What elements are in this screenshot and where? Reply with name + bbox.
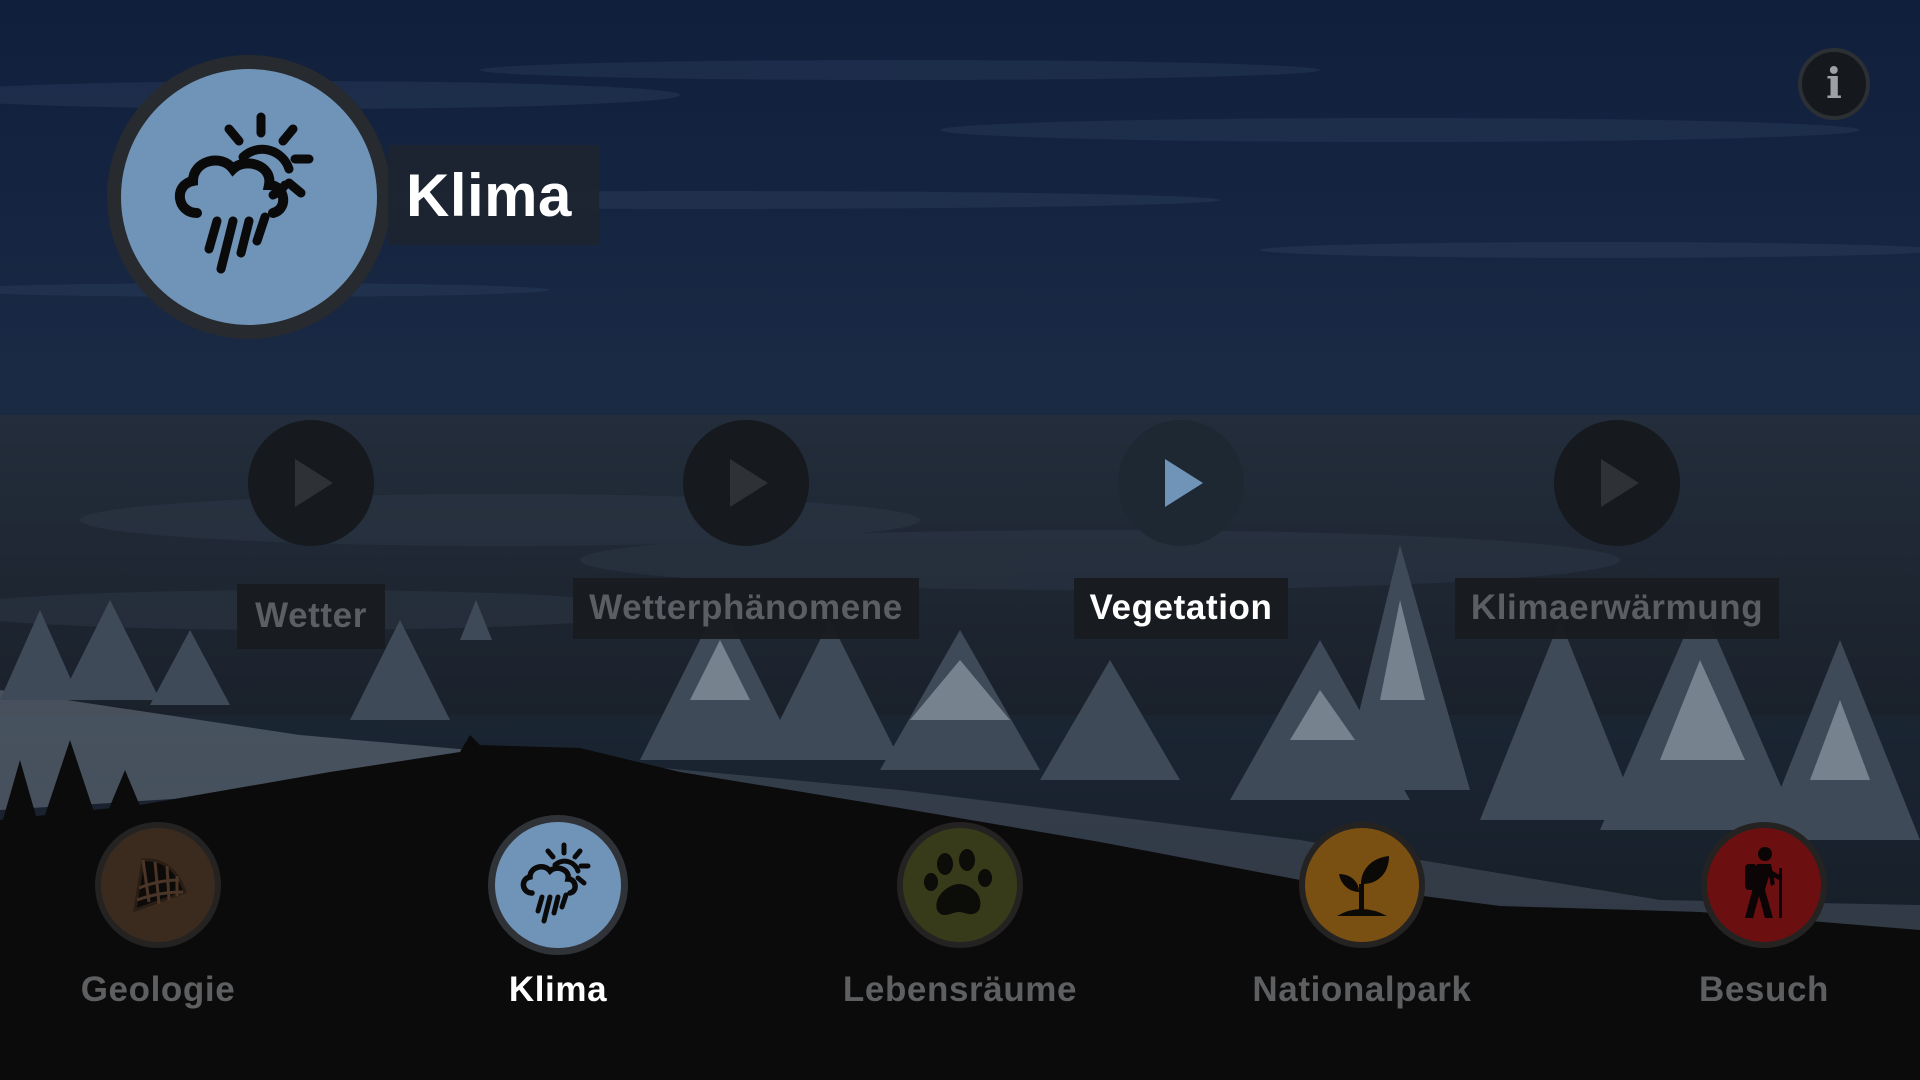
- nav-label: Nationalpark: [1252, 970, 1472, 1009]
- hiker-icon: [1701, 822, 1827, 948]
- play-button[interactable]: [1118, 420, 1244, 546]
- nav-item-klima[interactable]: Klima: [408, 815, 708, 1010]
- nav-item-besuch[interactable]: Besuch: [1614, 822, 1914, 1010]
- play-button[interactable]: [1554, 420, 1680, 546]
- chapter-label: Wetterphänomene: [589, 588, 903, 627]
- page-title: Klima: [406, 161, 572, 229]
- nav-item-lebensraeume[interactable]: Lebensräume: [810, 822, 1110, 1010]
- play-button[interactable]: [248, 420, 374, 546]
- play-icon: [1165, 459, 1203, 507]
- chapter-label-box: Vegetation: [1073, 578, 1289, 639]
- cloud-rain-sun-icon: [121, 69, 377, 325]
- klima-header-icon: [107, 55, 391, 339]
- nav-label: Klima: [508, 970, 608, 1009]
- info-button[interactable]: i: [1798, 48, 1870, 120]
- cloud-rain-sun-icon: [488, 815, 628, 955]
- nav-label: Geologie: [80, 970, 236, 1009]
- play-icon: [295, 459, 333, 507]
- chapter-label-box: Klimaerwärmung: [1454, 578, 1780, 639]
- paw-icon: [897, 822, 1023, 948]
- chapter-label-box: Wetterphänomene: [573, 578, 919, 639]
- chapter-label: Vegetation: [1089, 588, 1273, 627]
- play-button[interactable]: [683, 420, 809, 546]
- page-title-box: Klima: [388, 145, 599, 245]
- chapter-klimaerwaermung[interactable]: Klimaerwärmung: [1397, 420, 1837, 650]
- rock-layers-icon: [95, 822, 221, 948]
- nav-label: Lebensräume: [842, 970, 1078, 1009]
- nav-item-nationalpark[interactable]: Nationalpark: [1212, 822, 1512, 1010]
- nav-item-geologie[interactable]: Geologie: [8, 822, 308, 1010]
- info-icon: i: [1826, 59, 1842, 108]
- klima-screen: Klima i Wetter Wetterphänomene Vegetatio…: [0, 0, 1920, 1080]
- play-icon: [730, 459, 768, 507]
- sprout-icon: [1299, 822, 1425, 948]
- chapter-label: Klimaerwärmung: [1470, 588, 1764, 627]
- chapter-wetter[interactable]: Wetter: [91, 420, 531, 650]
- chapter-label: Wetter: [255, 596, 367, 635]
- chapter-label-box: Wetter: [237, 584, 385, 649]
- play-icon: [1601, 459, 1639, 507]
- nav-label: Besuch: [1698, 970, 1830, 1009]
- chapter-vegetation[interactable]: Vegetation: [961, 420, 1401, 650]
- chapter-wetterphaenomene[interactable]: Wetterphänomene: [526, 420, 966, 650]
